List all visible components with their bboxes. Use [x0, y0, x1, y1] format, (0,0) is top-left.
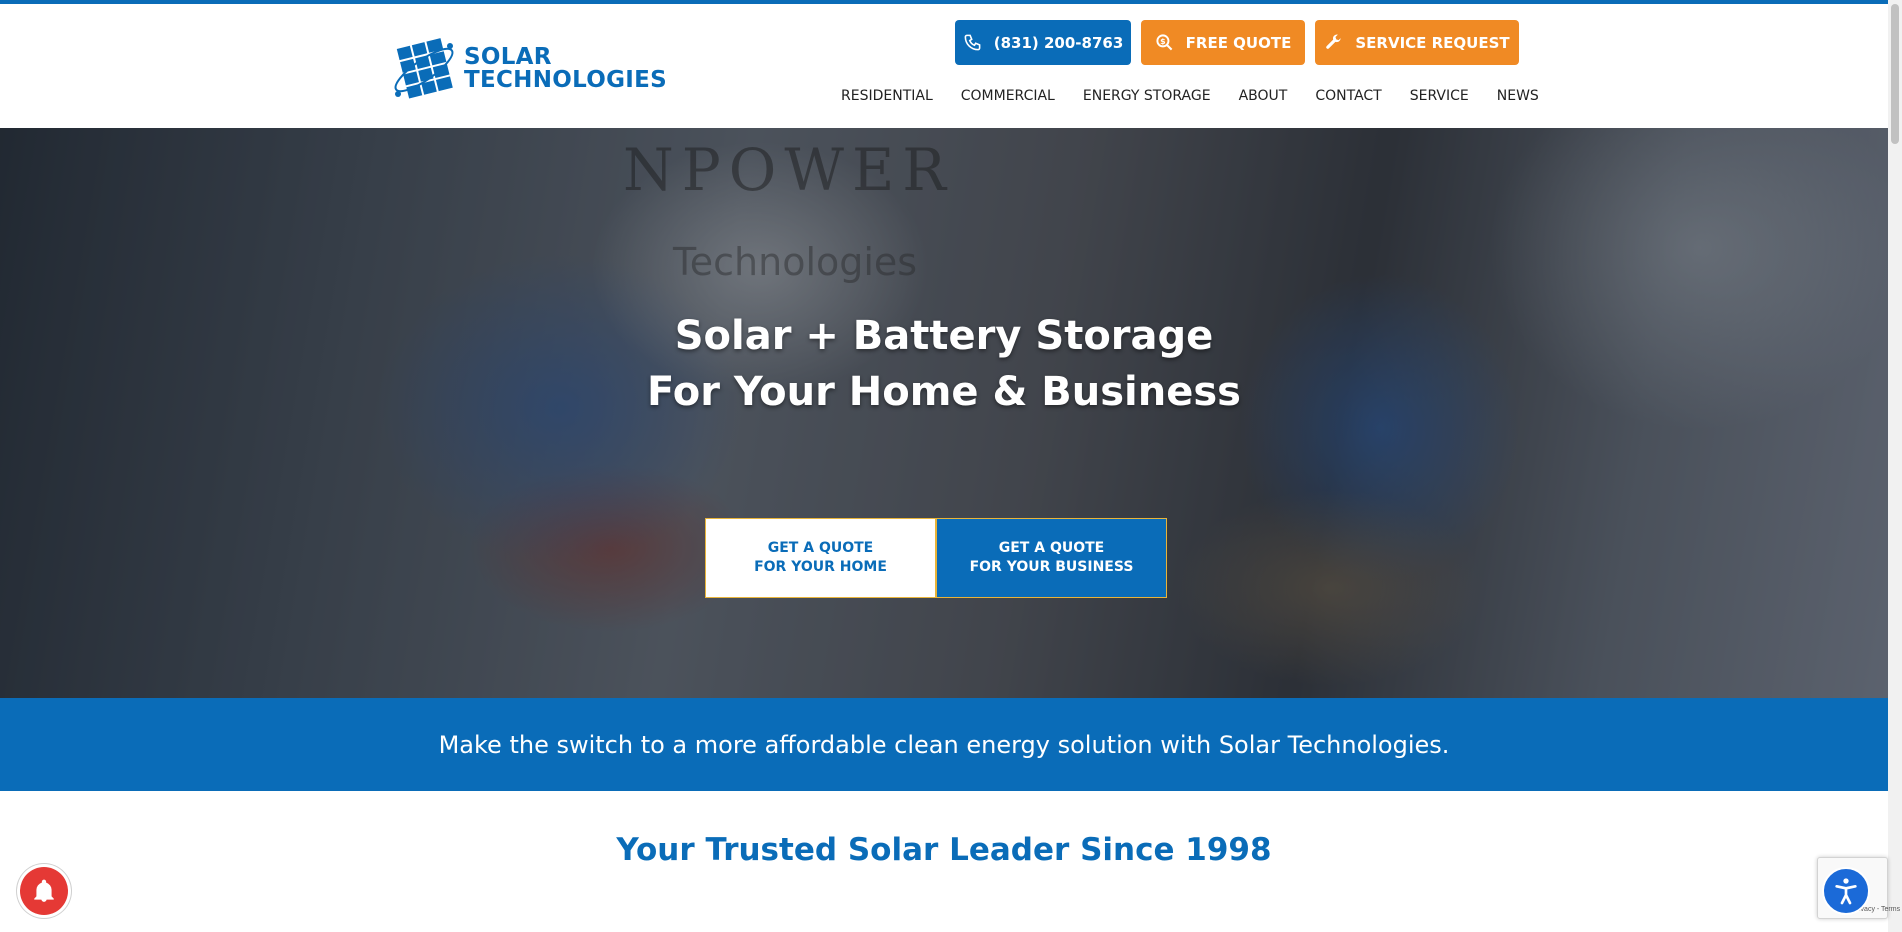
svg-text:$: $	[1160, 37, 1166, 46]
site-header: SOLAR TECHNOLOGIES (831) 200-8763 $ FREE…	[0, 4, 1888, 128]
service-request-label: SERVICE REQUEST	[1355, 33, 1510, 52]
service-request-button[interactable]: SERVICE REQUEST	[1315, 20, 1519, 65]
hero-cta-group: GET A QUOTE FOR YOUR HOME GET A QUOTE FO…	[705, 518, 1167, 598]
accessibility-icon	[1835, 878, 1857, 905]
nav-commercial[interactable]: COMMERCIAL	[947, 86, 1069, 106]
quote-business-button[interactable]: GET A QUOTE FOR YOUR BUSINESS	[936, 518, 1167, 598]
tagline-band: Make the switch to a more affordable cle…	[0, 698, 1888, 791]
hero-title-line-1: Solar + Battery Storage	[674, 313, 1214, 359]
quote-business-line-2: FOR YOUR BUSINESS	[969, 559, 1134, 575]
nav-about[interactable]: ABOUT	[1225, 86, 1302, 106]
hero-banner: NPOWER Technologies Solar + Battery Stor…	[0, 128, 1888, 698]
nav-news[interactable]: NEWS	[1483, 86, 1553, 106]
section-title: Your Trusted Solar Leader Since 1998	[616, 832, 1272, 868]
phone-button[interactable]: (831) 200-8763	[955, 20, 1131, 65]
logo-line-1: SOLAR	[464, 44, 552, 70]
phone-button-label: (831) 200-8763	[993, 33, 1124, 52]
logo-line-2: TECHNOLOGIES	[464, 67, 668, 93]
solar-panel-logo-icon	[394, 36, 455, 100]
nav-service[interactable]: SERVICE	[1396, 86, 1483, 106]
hero-title: Solar + Battery Storage For Your Home & …	[0, 308, 1888, 420]
quote-business-line-1: GET A QUOTE	[998, 540, 1105, 556]
hero-title-line-2: For Your Home & Business	[647, 369, 1241, 415]
quote-home-line-1: GET A QUOTE	[767, 540, 874, 556]
phone-icon	[964, 34, 981, 51]
logo-wordmark: SOLAR TECHNOLOGIES	[464, 46, 667, 92]
page-scrollbar[interactable]	[1888, 0, 1902, 932]
notification-bell-button[interactable]	[20, 867, 68, 915]
wrench-icon	[1326, 34, 1341, 49]
site-logo[interactable]: SOLAR TECHNOLOGIES	[388, 28, 667, 110]
bell-icon	[34, 879, 54, 902]
main-nav: RESIDENTIAL COMMERCIAL ENERGY STORAGE AB…	[841, 86, 1553, 106]
free-quote-button[interactable]: $ FREE QUOTE	[1141, 20, 1305, 65]
quote-home-button[interactable]: GET A QUOTE FOR YOUR HOME	[705, 518, 936, 598]
nav-energy-storage[interactable]: ENERGY STORAGE	[1069, 86, 1225, 106]
tagline-text: Make the switch to a more affordable cle…	[438, 730, 1450, 759]
quote-home-line-2: FOR YOUR HOME	[754, 559, 887, 575]
search-dollar-icon: $	[1156, 34, 1173, 51]
scrollbar-thumb[interactable]	[1891, 4, 1899, 144]
nav-contact[interactable]: CONTACT	[1301, 86, 1395, 106]
free-quote-label: FREE QUOTE	[1185, 33, 1292, 52]
accessibility-button[interactable]	[1822, 867, 1870, 915]
nav-residential[interactable]: RESIDENTIAL	[841, 86, 947, 106]
